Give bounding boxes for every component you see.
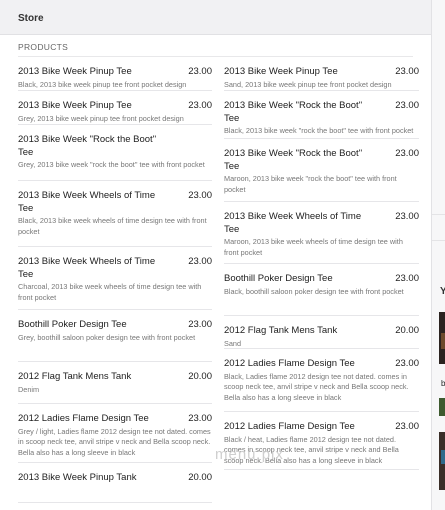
thumbnail-image[interactable]: [439, 398, 445, 416]
product-name: 2013 Bike Week Pinup Tee: [18, 100, 132, 111]
product-item[interactable]: 2013 Bike Week Wheels of Time Tee 23.00 Ma…: [224, 202, 419, 264]
adjacent-panel-text: b: [441, 379, 445, 388]
product-price: 23.00: [188, 100, 212, 111]
product-price: 23.00: [395, 100, 419, 111]
product-description: Grey / light, Ladies flame 2012 design t…: [18, 426, 211, 457]
product-name: 2013 Bike Week Pinup Tee: [18, 66, 132, 77]
product-description: Charcoal, 2013 bike week wheels of time …: [18, 282, 202, 302]
product-description: Maroon, 2013 bike week wheels of time de…: [224, 237, 403, 257]
store-panel: Store PRODUCTS 2013 Bike Week Pinup Tee 2…: [0, 0, 431, 510]
products-column-right: 2013 Bike Week Pinup Tee 23.00 Sand, 2013 …: [224, 57, 419, 470]
product-item[interactable]: 2013 Bike Week Pinup Tank 20.00: [18, 463, 212, 503]
product-description: Grey, boothill saloon poker design tee w…: [18, 332, 196, 342]
product-name: 2013 Bike Week Pinup Tee: [224, 66, 338, 77]
product-description: Sand, 2013 bike week pinup tee front poc…: [224, 79, 392, 89]
adjacent-panel-heading: Y: [440, 286, 445, 297]
product-description: Grey, 2013 bike week "rock the boot" tee…: [18, 160, 205, 169]
product-name: 2013 Bike Week Wheels of Time Tee: [18, 256, 156, 280]
products-column-left: 2013 Bike Week Pinup Tee 23.00 Black, 2013…: [18, 57, 212, 503]
product-description: Black, boothill saloon poker design tee …: [224, 286, 404, 296]
product-name: 2012 Ladies Flame Design Tee: [224, 421, 355, 432]
product-price: 23.00: [395, 148, 419, 159]
product-description: Denim: [18, 384, 40, 394]
product-price: 23.00: [395, 66, 419, 77]
product-description: Grey, 2013 bike week pinup tee front poc…: [18, 113, 184, 123]
product-name: 2013 Bike Week "Rock the Boot" Tee: [18, 134, 157, 158]
product-item[interactable]: 2013 Bike Week Pinup Tee 23.00 Grey, 2013 …: [18, 91, 212, 125]
product-item[interactable]: 2012 Ladies Flame Design Tee 23.00 Grey / …: [18, 404, 212, 463]
product-description: Sand: [224, 338, 242, 348]
product-item[interactable]: 2013 Bike Week Wheels of Time Tee 23.00 Ch…: [18, 247, 212, 310]
product-description: Black, 2013 bike week "rock the boot" te…: [224, 126, 414, 135]
product-price: 23.00: [188, 319, 212, 330]
product-name: 2013 Bike Week Wheels of Time Tee: [224, 211, 362, 235]
divider: [432, 214, 445, 215]
product-name: 2012 Flag Tank Mens Tank: [224, 325, 338, 336]
product-name: 2012 Ladies Flame Design Tee: [224, 358, 355, 369]
product-item[interactable]: 2012 Flag Tank Mens Tank 20.00 Denim: [18, 362, 212, 404]
product-name: 2012 Ladies Flame Design Tee: [18, 413, 149, 424]
product-name: 2013 Bike Week "Rock the Boot" Tee: [224, 148, 363, 172]
product-price: 23.00: [188, 66, 212, 77]
thumbnail-image-detail: [441, 450, 445, 464]
products-section-title: PRODUCTS: [18, 42, 69, 52]
product-price: 23.00: [188, 256, 212, 267]
product-item[interactable]: Boothill Poker Design Tee 23.00 Black, boo…: [224, 264, 419, 316]
product-price: 23.00: [395, 358, 419, 369]
product-price: 23.00: [395, 273, 419, 284]
product-price: 20.00: [188, 371, 212, 382]
product-description: Black, 2013 bike week pinup tee front po…: [18, 79, 187, 89]
product-item[interactable]: 2013 Bike Week Pinup Tee 23.00 Sand, 2013 …: [224, 57, 419, 91]
product-item[interactable]: 2013 Bike Week Pinup Tee 23.00 Black, 2013…: [18, 57, 212, 91]
product-name: Boothill Poker Design Tee: [224, 273, 333, 284]
product-item[interactable]: 2013 Bike Week "Rock the Boot" Tee 23.00 M…: [224, 139, 419, 202]
product-item[interactable]: Boothill Poker Design Tee 23.00 Grey, boot…: [18, 310, 212, 362]
product-item[interactable]: 2013 Bike Week "Rock the Boot" Tee 23.00 B…: [224, 91, 419, 139]
product-price: 23.00: [188, 190, 212, 201]
product-description: Black, 2013 bike week wheels of time des…: [18, 216, 207, 236]
product-name: 2013 Bike Week "Rock the Boot" Tee: [224, 100, 363, 124]
product-name: 2013 Bike Week Pinup Tank: [18, 472, 137, 483]
store-title: Store: [18, 13, 44, 24]
product-item[interactable]: 2013 Bike Week Wheels of Time Tee 23.00 Bl…: [18, 181, 212, 247]
store-header: Store: [0, 0, 431, 35]
thumbnail-image-detail: [441, 333, 445, 349]
product-name: Boothill Poker Design Tee: [18, 319, 127, 330]
product-item[interactable]: 2012 Flag Tank Mens Tank 20.00 Sand: [224, 316, 419, 349]
product-price: 23.00: [395, 211, 419, 222]
product-name: 2013 Bike Week Wheels of Time Tee: [18, 190, 156, 214]
watermark: menu pix: [215, 446, 284, 463]
product-price: 23.00: [395, 421, 419, 432]
product-description: Maroon, 2013 bike week "rock the boot" t…: [224, 174, 397, 194]
product-item[interactable]: 2013 Bike Week "Rock the Boot" Tee Grey, …: [18, 125, 212, 181]
divider: [432, 240, 445, 241]
product-item[interactable]: 2012 Ladies Flame Design Tee 23.00 Black, …: [224, 349, 419, 412]
product-price: 20.00: [395, 325, 419, 336]
product-description: Black, Ladies flame 2012 design tee not …: [224, 371, 409, 402]
product-name: 2012 Flag Tank Mens Tank: [18, 371, 132, 382]
product-price: 23.00: [188, 413, 212, 424]
product-price: 20.00: [188, 472, 212, 483]
